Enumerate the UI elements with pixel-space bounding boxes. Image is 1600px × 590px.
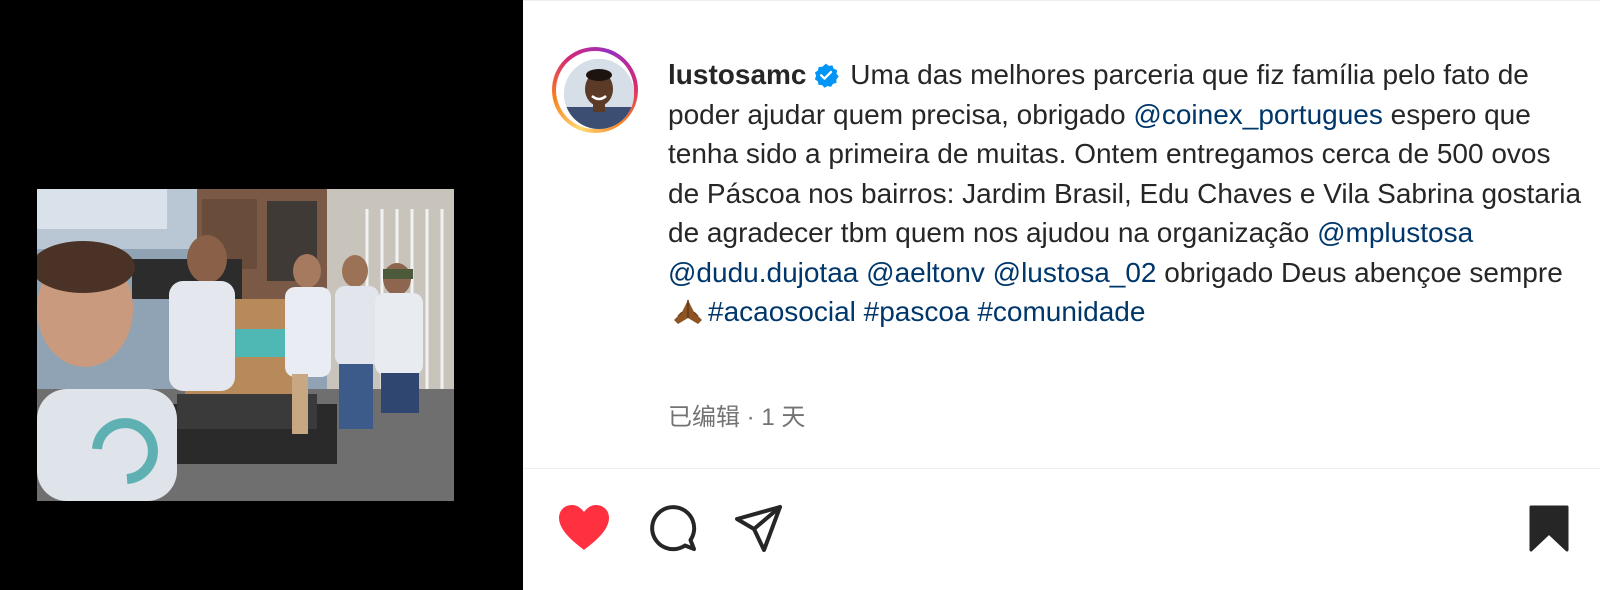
top-divider [523, 0, 1600, 1]
caption-space [858, 257, 866, 288]
mention-link[interactable]: @dudu.dujotaa [668, 257, 858, 288]
caption-space [856, 296, 864, 327]
post-pane: lustosamc Uma das melhores parceria que … [523, 0, 1600, 590]
share-icon [735, 505, 782, 552]
post-photo-illustration [37, 189, 454, 501]
avatar-portrait [564, 59, 634, 129]
heart-icon [559, 505, 609, 550]
save-button[interactable] [1521, 500, 1577, 556]
hashtag-link[interactable]: #pascoa [864, 296, 970, 327]
like-button[interactable] [556, 500, 612, 556]
comment-icon [650, 505, 697, 552]
caption-space [985, 257, 993, 288]
media-pane [0, 0, 523, 590]
comment-button[interactable] [645, 500, 701, 556]
folded-hands-emoji [668, 296, 708, 326]
post-meta: 已编辑 · 1 天 [668, 404, 806, 431]
post-caption: lustosamc Uma das melhores parceria que … [668, 55, 1583, 332]
username-link[interactable]: lustosamc [668, 59, 807, 90]
caption-text: obrigado Deus abençoe sempre [1156, 256, 1563, 288]
mention-link[interactable]: @coinex_portugues [1133, 99, 1382, 130]
action-bar [523, 480, 1600, 580]
post-photo[interactable] [37, 189, 454, 501]
hashtag-link[interactable]: #comunidade [977, 296, 1145, 327]
action-divider [523, 468, 1600, 469]
avatar[interactable] [564, 59, 634, 129]
mention-link[interactable]: @lustosa_02 [993, 257, 1157, 288]
story-ring[interactable] [552, 47, 638, 133]
bookmark-icon [1529, 505, 1569, 552]
mention-link[interactable]: @aeltonv [866, 257, 985, 288]
mention-link[interactable]: @mplustosa [1317, 217, 1473, 248]
verified-badge-icon [813, 62, 839, 88]
share-button[interactable] [731, 500, 787, 556]
hashtag-link[interactable]: #acaosocial [708, 296, 856, 327]
